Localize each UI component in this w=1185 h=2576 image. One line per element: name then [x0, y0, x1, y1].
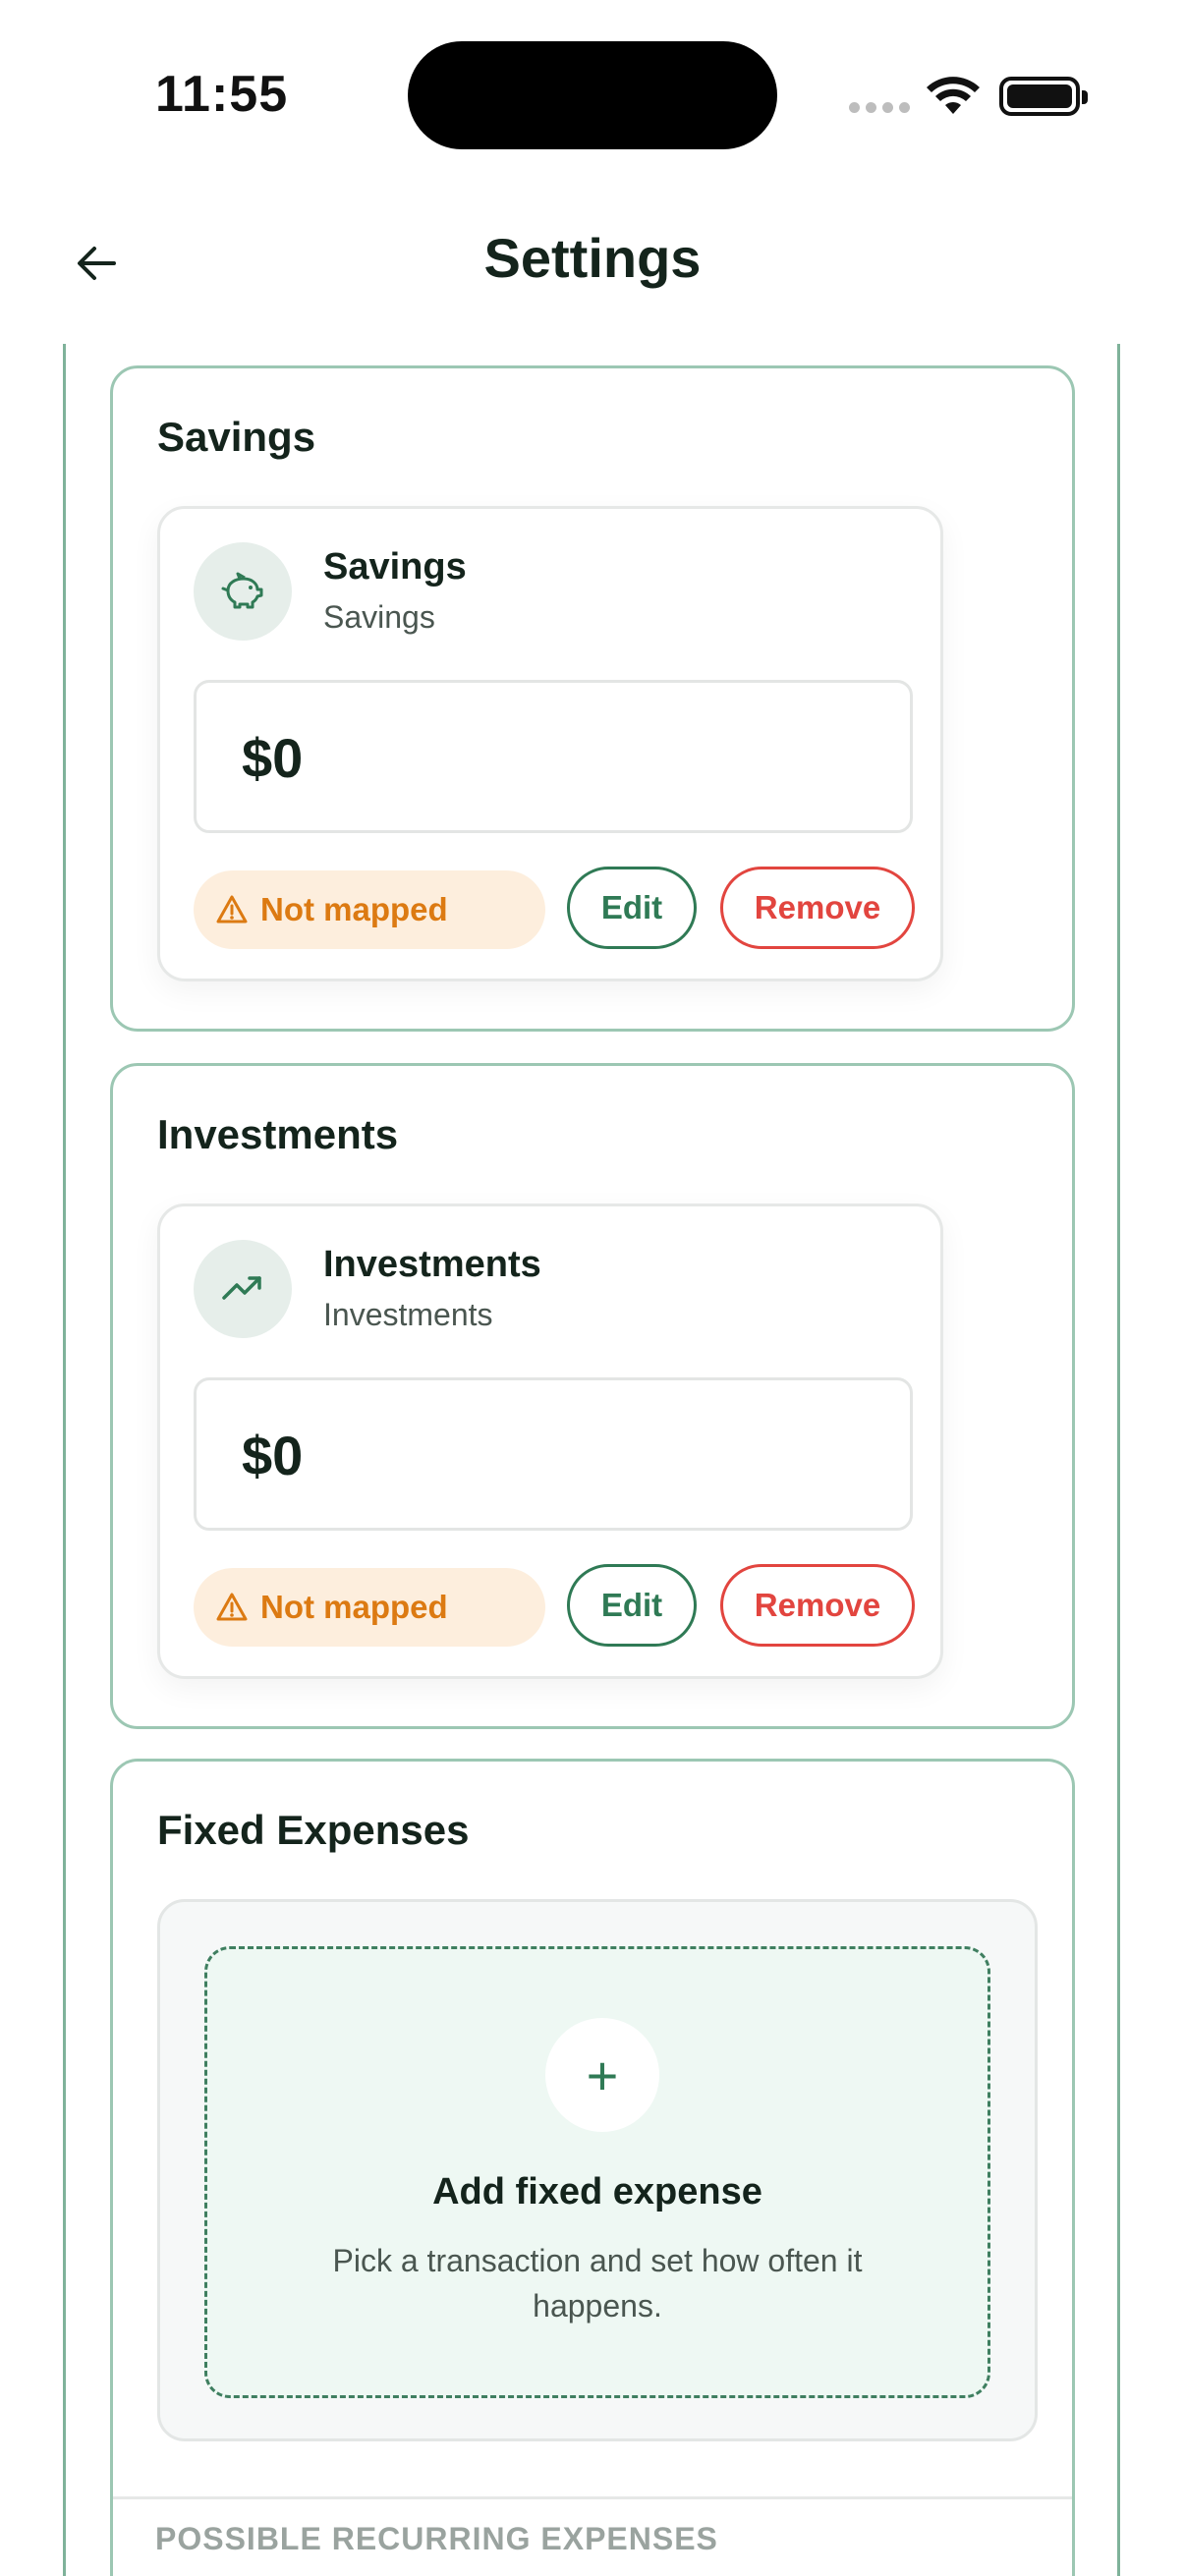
status-badge: Not mapped — [194, 870, 545, 949]
amount-input[interactable]: $0 — [194, 1377, 913, 1531]
warning-icon — [216, 895, 248, 924]
status-bar: 11:55 — [0, 0, 1185, 187]
section-title: Investments — [157, 1111, 399, 1157]
add-fixed-expense-description: Pick a transaction and set how often it … — [332, 2243, 863, 2324]
savings-section: Savings Savings Savings $0 Not mapped Ed… — [110, 365, 1075, 1032]
edit-button[interactable]: Edit — [567, 1564, 697, 1647]
add-fixed-expense-title: Add fixed expense — [432, 2171, 762, 2212]
account-name: Savings — [323, 546, 467, 588]
trending-up-icon — [194, 1240, 292, 1338]
amount-value: $0 — [242, 1425, 304, 1486]
amount-value: $0 — [242, 727, 304, 789]
piggy-bank-icon — [194, 542, 292, 641]
header: Settings — [0, 196, 1185, 324]
investments-section: Investments Investments Investments $0 N… — [110, 1063, 1075, 1729]
fixed-expenses-panel: + Add fixed expense Pick a transaction a… — [157, 1899, 1038, 2441]
amount-input[interactable]: $0 — [194, 680, 913, 833]
account-type: Savings — [323, 599, 435, 635]
cellular-signal-icon — [849, 102, 910, 113]
section-title: Fixed Expenses — [157, 1807, 470, 1853]
dynamic-island — [408, 41, 777, 149]
fixed-expenses-section: Fixed Expenses + Add fixed expense Pick … — [110, 1759, 1075, 2576]
battery-icon — [999, 77, 1088, 116]
warning-icon — [216, 1593, 248, 1621]
plus-icon: + — [545, 2018, 659, 2132]
section-title: Savings — [157, 414, 316, 460]
page-title: Settings — [483, 227, 702, 289]
divider — [113, 2496, 1072, 2499]
account-card: Savings Savings $0 Not mapped Edit Remov… — [157, 506, 943, 981]
account-card: Investments Investments $0 Not mapped Ed… — [157, 1204, 943, 1679]
account-name: Investments — [323, 1244, 541, 1285]
wifi-icon — [927, 77, 980, 114]
remove-button[interactable]: Remove — [720, 867, 915, 949]
add-fixed-expense-button[interactable]: + Add fixed expense Pick a transaction a… — [204, 1946, 990, 2398]
status-badge-label: Not mapped — [260, 891, 448, 927]
edit-button[interactable]: Edit — [567, 867, 697, 949]
remove-button[interactable]: Remove — [720, 1564, 915, 1647]
status-badge-label: Not mapped — [260, 1589, 448, 1625]
account-type: Investments — [323, 1297, 493, 1332]
status-badge: Not mapped — [194, 1568, 545, 1647]
status-time: 11:55 — [155, 66, 289, 123]
recurring-expenses-heading: POSSIBLE RECURRING EXPENSES — [155, 2521, 718, 2556]
